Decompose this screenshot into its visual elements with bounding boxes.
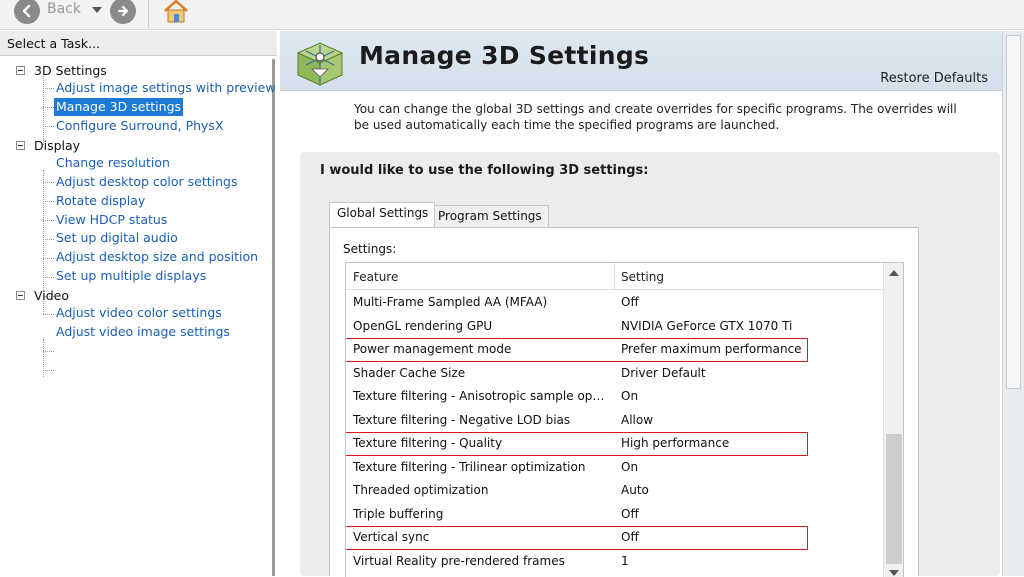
- task-set-up-digital-audio[interactable]: Set up digital audio: [54, 229, 180, 247]
- table-row[interactable]: OpenGL rendering GPU NVIDIA GeForce GTX …: [346, 315, 883, 339]
- setting-cell[interactable]: Auto: [621, 483, 649, 497]
- category-label: Video: [34, 287, 70, 303]
- task-adjust-image-settings[interactable]: Adjust image settings with preview: [54, 79, 278, 97]
- setting-cell[interactable]: On: [621, 460, 638, 474]
- column-header-feature[interactable]: Feature: [353, 270, 398, 284]
- table-row[interactable]: Texture filtering - Negative LOD bias Al…: [346, 409, 883, 433]
- tab-global-settings[interactable]: Global Settings: [329, 202, 436, 227]
- task-view-hdcp-status[interactable]: View HDCP status: [54, 211, 169, 229]
- tree-category-display[interactable]: Display: [16, 136, 80, 154]
- page-scrollbar-thumb[interactable]: [1006, 35, 1021, 389]
- setting-cell[interactable]: Driver Default: [621, 366, 706, 380]
- tab-program-settings[interactable]: Program Settings: [430, 205, 549, 227]
- task-adjust-video-color[interactable]: Adjust video color settings: [54, 304, 224, 322]
- feature-cell: Triple buffering: [353, 506, 444, 521]
- tree-category-video[interactable]: Video: [16, 286, 69, 304]
- table-row[interactable]: Vertical sync Off: [346, 526, 883, 550]
- 3d-settings-logo-icon: [296, 42, 344, 86]
- feature-cell: Vertical sync: [353, 530, 430, 544]
- table-row[interactable]: Multi-Frame Sampled AA (MFAA) Off: [346, 291, 883, 315]
- main-content: Manage 3D Settings Restore Defaults You …: [280, 31, 1024, 577]
- task-configure-surround-physx[interactable]: Configure Surround, PhysX: [54, 117, 226, 135]
- setting-cell[interactable]: Allow: [621, 413, 653, 427]
- dropdown-arrow-icon[interactable]: [92, 7, 102, 13]
- category-label: Display: [34, 137, 81, 153]
- page-title: Manage 3D Settings: [359, 41, 650, 70]
- feature-cell: Threaded optimization: [353, 483, 489, 497]
- collapse-toggle-icon[interactable]: [16, 290, 25, 300]
- setting-cell[interactable]: 1: [621, 554, 629, 568]
- back-label[interactable]: Back: [47, 1, 81, 17]
- feature-cell: Multi-Frame Sampled AA (MFAA): [353, 295, 548, 309]
- feature-cell: Virtual Reality pre-rendered frames: [353, 553, 565, 568]
- table-row[interactable]: Texture filtering - Quality High perform…: [346, 432, 883, 456]
- feature-cell: OpenGL rendering GPU: [353, 318, 493, 333]
- tree-category-3d-settings[interactable]: 3D Settings: [16, 61, 107, 79]
- setting-cell[interactable]: Off: [621, 530, 639, 544]
- grid-scrollbar[interactable]: [883, 263, 903, 577]
- feature-cell: Texture filtering - Trilinear optimizati…: [353, 459, 586, 474]
- table-row[interactable]: Threaded optimization Auto: [346, 479, 883, 503]
- task-adjust-video-image[interactable]: Adjust video image settings: [54, 323, 232, 341]
- forward-button[interactable]: [110, 0, 136, 24]
- task-rotate-display[interactable]: Rotate display: [54, 192, 147, 210]
- table-row[interactable]: Virtual Reality pre-rendered frames 1: [346, 550, 883, 574]
- toolbar-divider: [148, 0, 149, 28]
- grid-header: Feature Setting: [346, 263, 883, 290]
- setting-cell[interactable]: High performance: [621, 436, 729, 450]
- settings-panel: I would like to use the following 3D set…: [300, 152, 1000, 577]
- table-row[interactable]: Power management mode Prefer maximum per…: [346, 338, 883, 362]
- global-settings-tab-body: Settings: Feature Setting Multi-Frame Sa…: [329, 227, 919, 577]
- back-arrow-icon: [22, 4, 31, 18]
- setting-cell[interactable]: On: [621, 389, 638, 403]
- task-adjust-desktop-size[interactable]: Adjust desktop size and position: [54, 248, 260, 266]
- scroll-down-arrow-icon[interactable]: [889, 570, 899, 576]
- feature-cell: Shader Cache Size: [353, 365, 466, 380]
- scroll-up-arrow-icon[interactable]: [889, 270, 899, 276]
- collapse-toggle-icon[interactable]: [16, 140, 25, 150]
- task-tree: 3D Settings Adjust image settings with p…: [0, 59, 278, 576]
- setting-cell[interactable]: Off: [621, 295, 639, 309]
- feature-cell: Texture filtering - Negative LOD bias: [353, 412, 571, 427]
- collapse-toggle-icon[interactable]: [16, 65, 25, 75]
- task-set-up-multiple-displays[interactable]: Set up multiple displays: [54, 267, 208, 285]
- setting-cell[interactable]: Prefer maximum performance: [621, 342, 802, 356]
- settings-label: Settings:: [343, 242, 397, 256]
- grid-scrollbar-thumb[interactable]: [886, 434, 902, 564]
- feature-cell: Texture filtering - Quality: [353, 436, 503, 450]
- feature-cell: Power management mode: [353, 342, 512, 356]
- page-header: Manage 3D Settings Restore Defaults: [280, 31, 1002, 91]
- restore-defaults-link[interactable]: Restore Defaults: [880, 71, 988, 86]
- task-pane-header: Select a Task...: [0, 31, 277, 56]
- back-button[interactable]: [14, 0, 40, 24]
- setting-cell[interactable]: NVIDIA GeForce GTX 1070 Ti: [621, 319, 792, 333]
- toolbar: Back: [0, 0, 1024, 30]
- task-change-resolution[interactable]: Change resolution: [54, 154, 172, 172]
- forward-arrow-icon: [117, 5, 129, 17]
- table-row[interactable]: Texture filtering - Trilinear optimizati…: [346, 456, 883, 480]
- task-manage-3d-settings[interactable]: Manage 3D settings: [54, 98, 184, 116]
- table-row[interactable]: Shader Cache Size Driver Default: [346, 362, 883, 386]
- page-scrollbar[interactable]: [1002, 31, 1024, 576]
- category-label: 3D Settings: [34, 62, 107, 78]
- task-adjust-desktop-color[interactable]: Adjust desktop color settings: [54, 173, 239, 191]
- panel-heading: I would like to use the following 3D set…: [320, 163, 649, 178]
- task-pane: Select a Task... 3D Settings Adjust imag…: [0, 31, 277, 576]
- table-row[interactable]: Texture filtering - Anisotropic sample o…: [346, 385, 883, 409]
- page-description: You can change the global 3D settings an…: [354, 102, 957, 132]
- settings-grid: Feature Setting Multi-Frame Sampled AA (…: [345, 262, 904, 577]
- feature-cell: Texture filtering - Anisotropic sample o…: [353, 389, 605, 403]
- setting-cell[interactable]: Off: [621, 507, 639, 521]
- home-icon[interactable]: [162, 0, 190, 25]
- table-row[interactable]: Triple buffering Off: [346, 503, 883, 527]
- column-header-setting[interactable]: Setting: [621, 270, 664, 284]
